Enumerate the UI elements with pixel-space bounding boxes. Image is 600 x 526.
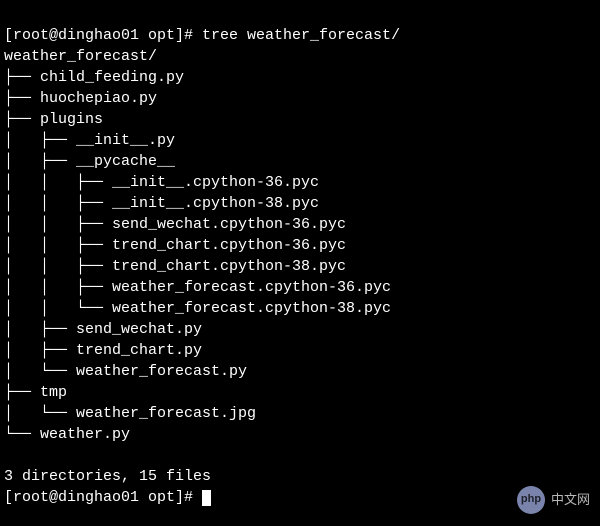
tree-line: │ ├── __pycache__ bbox=[4, 153, 175, 170]
command-prompt-line: [root@dinghao01 opt]# tree weather_forec… bbox=[4, 27, 400, 44]
terminal-output[interactable]: [root@dinghao01 opt]# tree weather_forec… bbox=[4, 4, 596, 508]
tree-line: │ ├── trend_chart.py bbox=[4, 342, 202, 359]
tree-line: │ │ └── weather_forecast.cpython-38.pyc bbox=[4, 300, 391, 317]
tree-line: │ └── weather_forecast.jpg bbox=[4, 405, 256, 422]
watermark: php 中文网 bbox=[517, 486, 590, 514]
tree-line: │ │ ├── weather_forecast.cpython-36.pyc bbox=[4, 279, 391, 296]
tree-line: │ │ ├── __init__.cpython-36.pyc bbox=[4, 174, 319, 191]
tree-line: ├── huochepiao.py bbox=[4, 90, 157, 107]
tree-summary: 3 directories, 15 files bbox=[4, 468, 211, 485]
tree-line: ├── plugins bbox=[4, 111, 103, 128]
tree-line: │ │ ├── trend_chart.cpython-36.pyc bbox=[4, 237, 346, 254]
tree-line: │ │ ├── send_wechat.cpython-36.pyc bbox=[4, 216, 346, 233]
cursor-icon bbox=[202, 490, 211, 506]
tree-line: │ ├── send_wechat.py bbox=[4, 321, 202, 338]
tree-line: ├── tmp bbox=[4, 384, 67, 401]
tree-line: │ │ ├── __init__.cpython-38.pyc bbox=[4, 195, 319, 212]
tree-line: ├── child_feeding.py bbox=[4, 69, 184, 86]
tree-root: weather_forecast/ bbox=[4, 48, 157, 65]
command-prompt-line-2: [root@dinghao01 opt]# bbox=[4, 489, 193, 506]
tree-line: │ │ ├── trend_chart.cpython-38.pyc bbox=[4, 258, 346, 275]
watermark-label: 中文网 bbox=[551, 491, 590, 509]
tree-line: └── weather.py bbox=[4, 426, 130, 443]
tree-line: │ ├── __init__.py bbox=[4, 132, 175, 149]
php-logo-icon: php bbox=[517, 486, 545, 514]
tree-line: │ └── weather_forecast.py bbox=[4, 363, 247, 380]
